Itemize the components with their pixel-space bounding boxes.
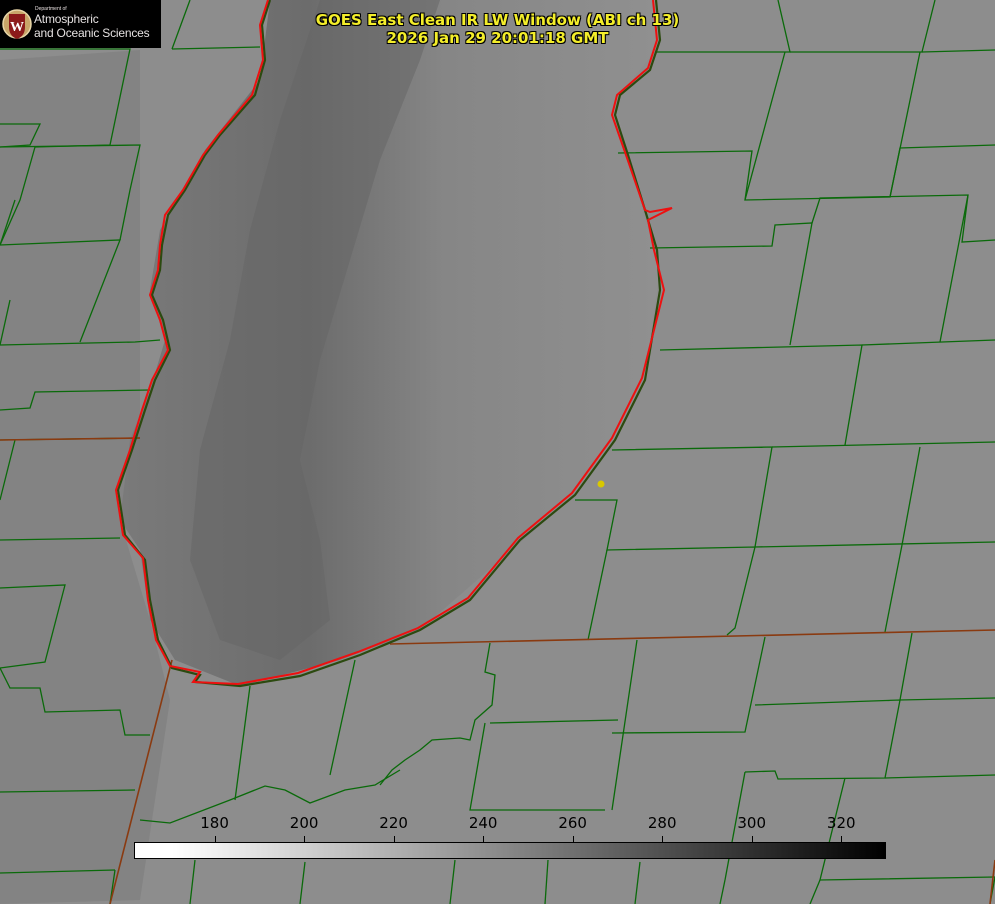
colorbar-tick-label: 300 bbox=[737, 814, 767, 832]
map-canvas bbox=[0, 0, 995, 904]
colorbar-tick-label: 180 bbox=[200, 814, 229, 832]
colorbar-tick-label: 320 bbox=[826, 814, 856, 832]
colorbar-tick-label: 260 bbox=[558, 814, 587, 832]
colorbar bbox=[134, 842, 886, 859]
colorbar-tick-label: 220 bbox=[379, 814, 408, 832]
image-timestamp: 2026 Jan 29 20:01:18 GMT bbox=[386, 29, 609, 47]
satellite-map: W Department of Atmospheric and Oceanic … bbox=[0, 0, 995, 904]
colorbar-tick-label: 200 bbox=[289, 814, 319, 832]
colorbar-tick-label: 280 bbox=[647, 814, 677, 832]
colorbar-tick-label: 240 bbox=[468, 814, 498, 832]
image-title: GOES East Clean IR LW Window (ABI ch 13) bbox=[315, 11, 680, 29]
location-marker-icon bbox=[597, 480, 605, 488]
